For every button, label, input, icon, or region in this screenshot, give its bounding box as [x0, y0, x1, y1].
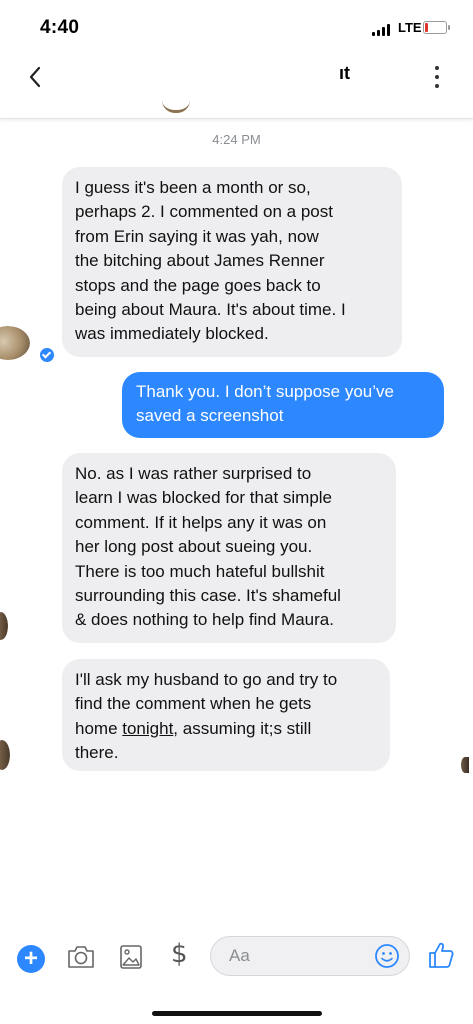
status-time: 4:40: [40, 17, 80, 38]
battery-icon: [423, 21, 450, 34]
plus-icon[interactable]: +: [17, 945, 45, 973]
status-bar: 4:40 LTE: [0, 0, 473, 50]
signal-icon: [372, 24, 390, 36]
camera-icon[interactable]: [66, 944, 96, 975]
message-text: No. as I was rather surprised to learn I…: [75, 464, 341, 630]
message-timestamp: 4:24 PM: [212, 132, 261, 147]
home-indicator: [152, 1011, 322, 1016]
chevron-left-icon[interactable]: [22, 62, 52, 92]
sender-avatar[interactable]: [0, 740, 10, 770]
conversation-header: ıt: [0, 50, 473, 119]
sender-avatar[interactable]: [0, 612, 8, 640]
message-bubble-outgoing[interactable]: Thank you. I don’t suppose you’ve saved …: [122, 372, 444, 438]
contact-name-text: ıt: [339, 63, 350, 84]
network-label: LTE: [398, 20, 422, 35]
dollar-icon[interactable]: $: [171, 939, 188, 969]
message-text: I guess it's been a month or so, perhaps…: [75, 178, 346, 344]
message-text: Thank you. I don’t suppose you’ve saved …: [136, 382, 394, 426]
sender-avatar[interactable]: [0, 326, 30, 360]
read-receipt-avatar: [461, 757, 469, 773]
message-bubble-incoming[interactable]: No. as I was rather surprised to learn I…: [62, 453, 396, 643]
message-input-placeholder: Aa: [229, 946, 250, 965]
message-text: I'll ask my husband to go and try to fin…: [75, 668, 380, 766]
emoji-icon[interactable]: [374, 943, 400, 974]
seen-check-icon: [38, 346, 56, 364]
thumbs-up-icon[interactable]: [427, 940, 455, 975]
message-link-tonight[interactable]: tonight: [122, 719, 173, 738]
gallery-icon[interactable]: [119, 944, 143, 975]
message-bubble-incoming[interactable]: I'll ask my husband to go and try to fin…: [62, 659, 390, 771]
vertical-dots-icon[interactable]: [430, 66, 444, 88]
message-bubble-incoming[interactable]: I guess it's been a month or so, perhaps…: [62, 167, 402, 357]
contact-name[interactable]: ıt: [150, 63, 350, 89]
